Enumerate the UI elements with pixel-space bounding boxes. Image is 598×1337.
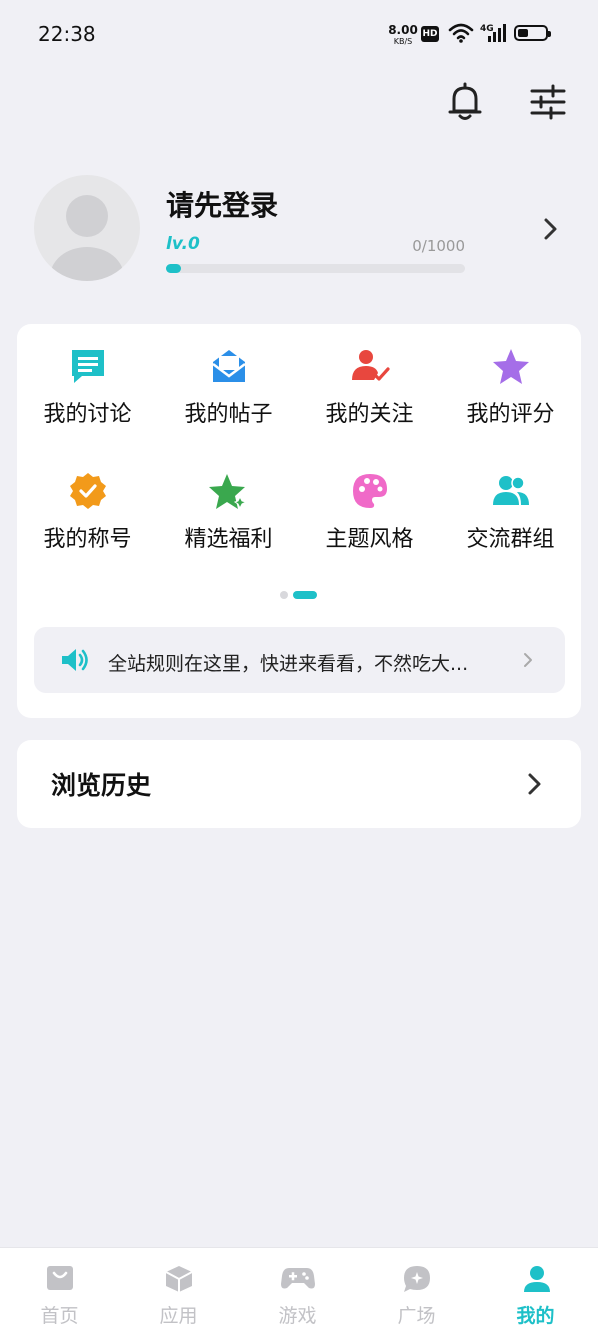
tab-label: 我的 xyxy=(516,1305,555,1327)
chevron-right-icon xyxy=(524,653,532,667)
features-card: 我的讨论 我的帖子 我的关注 我的评分 我的称号 精选福利 主题风格 交流群组 … xyxy=(17,324,581,718)
app-cube-icon xyxy=(165,1266,192,1292)
speaker-icon xyxy=(62,649,88,671)
bottom-tab-bar: 首页 应用 游戏 广场 我的 xyxy=(0,1247,598,1337)
status-bar: 22:38 8.00 KB/S HD 4G xyxy=(0,0,598,70)
avatar-body xyxy=(50,247,124,281)
palette-icon xyxy=(352,474,387,508)
tab-square[interactable]: 广场 xyxy=(357,1248,476,1337)
xp-progress-bar xyxy=(166,264,465,273)
profile-header[interactable]: 请先登录 lv.0 0/1000 xyxy=(0,160,598,300)
login-prompt[interactable]: 请先登录 xyxy=(166,184,278,224)
feature-label: 我的称号 xyxy=(43,527,132,552)
feature-label: 我的讨论 xyxy=(43,402,132,427)
battery-icon xyxy=(514,25,551,41)
browsing-history-row[interactable]: 浏览历史 xyxy=(17,740,581,828)
mail-icon xyxy=(211,350,246,382)
chevron-right-icon xyxy=(528,773,541,795)
user-level: lv.0 xyxy=(166,234,200,254)
tab-apps[interactable]: 应用 xyxy=(119,1248,238,1337)
gamepad-icon xyxy=(280,1268,315,1289)
notification-bell-icon[interactable] xyxy=(446,82,484,122)
star-icon xyxy=(492,349,529,384)
hd-badge: HD xyxy=(421,26,439,42)
tab-home[interactable]: 首页 xyxy=(0,1248,119,1337)
battery-level xyxy=(518,29,529,37)
avatar-head xyxy=(66,195,108,237)
chat-star-icon xyxy=(403,1266,430,1292)
user-check-icon xyxy=(351,350,390,381)
feature-my-discussions[interactable]: 我的讨论 xyxy=(17,324,158,434)
feature-my-ratings[interactable]: 我的评分 xyxy=(440,324,581,434)
page-dot-active xyxy=(293,591,317,599)
network-speed: 8.00 KB/S xyxy=(388,23,418,46)
feature-label: 我的帖子 xyxy=(184,402,273,427)
group-icon xyxy=(492,476,529,505)
announcement-banner[interactable]: 全站规则在这里，快进来看看，不然吃大... xyxy=(34,627,565,693)
feature-my-titles[interactable]: 我的称号 xyxy=(17,449,158,559)
feature-chat-groups[interactable]: 交流群组 xyxy=(440,449,581,559)
page-indicator xyxy=(280,591,317,599)
feature-selected-perks[interactable]: 精选福利 xyxy=(158,449,299,559)
feature-label: 精选福利 xyxy=(184,527,273,552)
tab-label: 首页 xyxy=(40,1305,79,1327)
xp-counter: 0/1000 xyxy=(412,237,465,255)
badge-check-icon xyxy=(69,473,106,509)
avatar[interactable] xyxy=(34,175,140,281)
network-type-label: 4G xyxy=(480,24,494,34)
feature-label: 我的评分 xyxy=(466,402,555,427)
feature-my-posts[interactable]: 我的帖子 xyxy=(158,324,299,434)
tab-games[interactable]: 游戏 xyxy=(238,1248,357,1337)
chat-icon xyxy=(71,350,104,383)
signal-icon: 4G xyxy=(480,24,506,42)
feature-label: 交流群组 xyxy=(466,527,555,552)
feature-label: 主题风格 xyxy=(325,527,414,552)
feature-label: 我的关注 xyxy=(325,402,414,427)
chevron-right-icon[interactable] xyxy=(540,216,560,242)
tab-label: 广场 xyxy=(397,1305,436,1327)
browsing-history-label: 浏览历史 xyxy=(51,771,152,800)
page-dot-inactive xyxy=(280,591,288,599)
announcement-text: 全站规则在这里，快进来看看，不然吃大... xyxy=(108,653,469,675)
tab-label: 游戏 xyxy=(278,1305,317,1327)
home-bag-icon xyxy=(46,1266,73,1290)
tab-label: 应用 xyxy=(159,1305,198,1327)
clock: 22:38 xyxy=(38,22,96,46)
wifi-icon xyxy=(448,23,474,43)
tab-me[interactable]: 我的 xyxy=(476,1248,598,1337)
xp-progress-fill xyxy=(166,264,181,273)
person-icon xyxy=(524,1266,550,1292)
settings-sliders-icon[interactable] xyxy=(528,84,568,120)
feature-my-following[interactable]: 我的关注 xyxy=(299,324,440,434)
star-sparkle-icon xyxy=(208,474,247,510)
feature-theme-style[interactable]: 主题风格 xyxy=(299,449,440,559)
